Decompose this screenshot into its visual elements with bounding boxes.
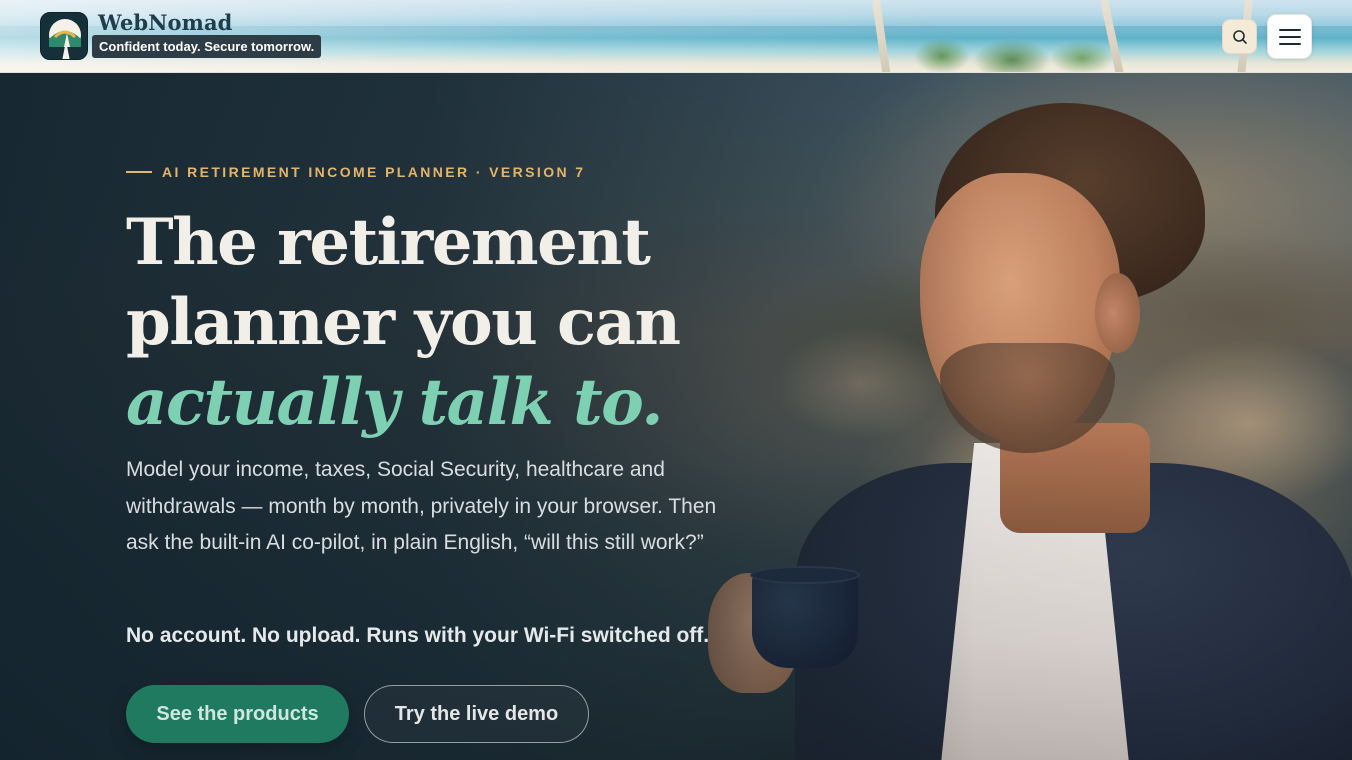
headline-line-2: planner you can [126, 285, 681, 360]
eyebrow-dash [126, 171, 152, 173]
hero-subtitle: Model your income, taxes, Social Securit… [126, 458, 717, 554]
menu-button[interactable] [1267, 14, 1312, 59]
try-live-demo-button[interactable]: Try the live demo [364, 685, 589, 743]
search-button[interactable] [1222, 19, 1257, 54]
brand-name: WebNomad [98, 10, 233, 35]
headline-line-1: The retirement [126, 205, 651, 280]
site-header: WebNomad Confident today. Secure tomorro… [0, 0, 1352, 73]
brand-tagline: Confident today. Secure tomorrow. [92, 35, 322, 58]
hero-headline: The retirement planner you can actually … [126, 203, 766, 443]
see-products-button[interactable]: See the products [126, 685, 349, 743]
hamburger-menu-icon [1278, 28, 1301, 45]
search-icon [1232, 29, 1247, 44]
eyebrow-text: AI RETIREMENT INCOME PLANNER · VERSION 7 [162, 164, 586, 180]
hero-privacy-note: No account. No upload. Runs with your Wi… [126, 624, 710, 647]
logo-mark-svg [41, 13, 87, 59]
brand-home-link[interactable]: WebNomad Confident today. Secure tomorro… [40, 10, 322, 60]
brand-logo-icon [40, 12, 88, 60]
headline-accent: actually talk to. [126, 365, 663, 440]
hero-eyebrow: AI RETIREMENT INCOME PLANNER · VERSION 7 [126, 164, 585, 180]
